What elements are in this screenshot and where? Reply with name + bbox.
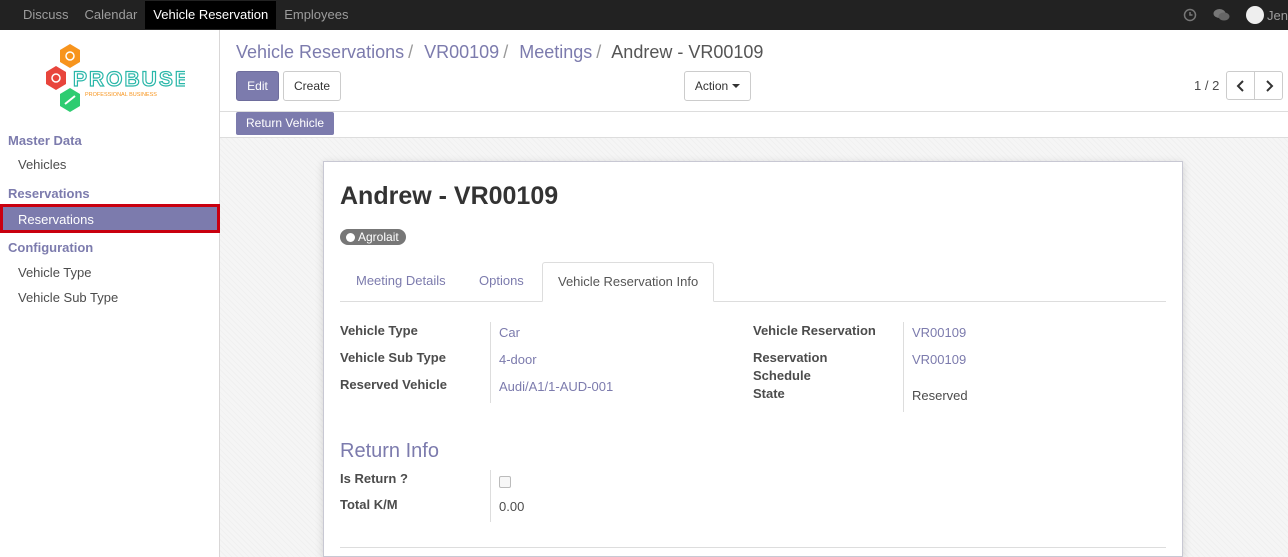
sidebar-item-vehicle-type[interactable]: Vehicle Type bbox=[18, 265, 91, 280]
breadcrumb-separator: / bbox=[503, 42, 509, 62]
chevron-right-icon bbox=[1265, 79, 1273, 92]
tab-vehicle-reservation-info[interactable]: Vehicle Reservation Info bbox=[542, 262, 715, 302]
menu-calendar[interactable]: Calendar bbox=[77, 1, 146, 29]
clock-icon[interactable] bbox=[1183, 8, 1197, 22]
chat-icon[interactable] bbox=[1213, 8, 1230, 22]
field-divider bbox=[490, 470, 491, 522]
state-label: State bbox=[753, 386, 785, 401]
field-divider bbox=[903, 322, 904, 412]
breadcrumb-separator: / bbox=[596, 42, 602, 62]
pager-value[interactable]: 1 / 2 bbox=[1194, 78, 1219, 93]
sidebar-header-reservations: Reservations bbox=[8, 186, 90, 201]
vehicle-reservation-value[interactable]: VR00109 bbox=[912, 325, 966, 340]
field-divider bbox=[490, 322, 491, 403]
breadcrumb-vehicle-reservations[interactable]: Vehicle Reservations bbox=[236, 42, 404, 62]
vehicle-type-value[interactable]: Car bbox=[499, 325, 520, 340]
app-menu: Discuss Calendar Vehicle Reservation Emp… bbox=[15, 1, 357, 29]
vehicle-sub-type-value[interactable]: 4-door bbox=[499, 352, 537, 367]
state-value: Reserved bbox=[912, 388, 968, 403]
breadcrumb-separator: / bbox=[408, 42, 414, 62]
partner-tag[interactable]: Agrolait bbox=[340, 229, 406, 245]
pager-next-button[interactable] bbox=[1254, 71, 1283, 100]
user-name[interactable]: Jen bbox=[1267, 8, 1288, 23]
user-avatar[interactable] bbox=[1246, 6, 1265, 24]
sidebar-item-label: Reservations bbox=[18, 212, 94, 227]
return-vehicle-button[interactable]: Return Vehicle bbox=[236, 112, 335, 135]
top-navbar: Discuss Calendar Vehicle Reservation Emp… bbox=[0, 0, 1288, 30]
reservation-schedule-label-2: Schedule bbox=[753, 368, 811, 383]
tag-dot-icon bbox=[346, 232, 355, 242]
is-return-label: Is Return ? bbox=[340, 471, 408, 486]
total-km-value: 0.00 bbox=[499, 499, 525, 514]
menu-employees[interactable]: Employees bbox=[276, 1, 356, 29]
vehicle-sub-type-label: Vehicle Sub Type bbox=[340, 350, 446, 365]
reservation-schedule-label-1: Reservation bbox=[753, 350, 828, 365]
reservation-schedule-value[interactable]: VR00109 bbox=[912, 352, 966, 367]
tag-label: Agrolait bbox=[358, 230, 399, 244]
company-logo[interactable]: PROBUSE PROFESSIONAL BUSINESS bbox=[40, 42, 189, 120]
menu-discuss[interactable]: Discuss bbox=[15, 1, 77, 29]
return-info-title: Return Info bbox=[340, 440, 439, 462]
is-return-checkbox[interactable] bbox=[499, 476, 511, 488]
breadcrumb-meetings[interactable]: Meetings bbox=[519, 42, 592, 62]
reserved-vehicle-label: Reserved Vehicle bbox=[340, 377, 447, 392]
menu-vehicle-reservation[interactable]: Vehicle Reservation bbox=[145, 1, 277, 29]
svg-text:PROBUSE: PROBUSE bbox=[73, 68, 185, 91]
pager-previous-button[interactable] bbox=[1226, 71, 1255, 100]
record-title: Andrew - VR00109 bbox=[340, 182, 559, 210]
form-statusbar bbox=[220, 111, 1288, 137]
edit-button[interactable]: Edit bbox=[236, 71, 279, 101]
section-divider bbox=[340, 547, 1166, 548]
breadcrumb-current: Andrew - VR00109 bbox=[611, 42, 764, 62]
sidebar-item-vehicle-sub-type[interactable]: Vehicle Sub Type bbox=[18, 290, 118, 305]
sidebar-item-reservations[interactable]: Reservations bbox=[0, 204, 220, 233]
sidebar-item-vehicles[interactable]: Vehicles bbox=[18, 157, 66, 172]
action-dropdown[interactable]: Action bbox=[684, 71, 751, 101]
svg-text:PROFESSIONAL BUSINESS: PROFESSIONAL BUSINESS bbox=[85, 92, 157, 98]
total-km-label: Total K/M bbox=[340, 497, 398, 512]
sidebar-header-configuration: Configuration bbox=[8, 240, 94, 255]
reserved-vehicle-value[interactable]: Audi/A1/1-AUD-001 bbox=[499, 379, 613, 394]
tab-meeting-details[interactable]: Meeting Details bbox=[341, 262, 461, 302]
systray: Jen bbox=[1183, 0, 1288, 30]
vehicle-type-label: Vehicle Type bbox=[340, 323, 418, 338]
chevron-left-icon bbox=[1236, 79, 1244, 92]
breadcrumb-reservation[interactable]: VR00109 bbox=[424, 42, 499, 62]
breadcrumb: Vehicle Reservations / VR00109/ Meetings /… bbox=[236, 42, 763, 63]
action-label: Action bbox=[694, 79, 729, 93]
caret-down-icon bbox=[732, 84, 741, 88]
create-button[interactable]: Create bbox=[283, 71, 341, 101]
sidebar-header-master-data: Master Data bbox=[8, 133, 82, 148]
vehicle-reservation-label: Vehicle Reservation bbox=[753, 323, 876, 338]
sidebar: PROBUSE PROFESSIONAL BUSINESS Master Dat… bbox=[0, 30, 220, 557]
tab-options[interactable]: Options bbox=[464, 262, 539, 302]
